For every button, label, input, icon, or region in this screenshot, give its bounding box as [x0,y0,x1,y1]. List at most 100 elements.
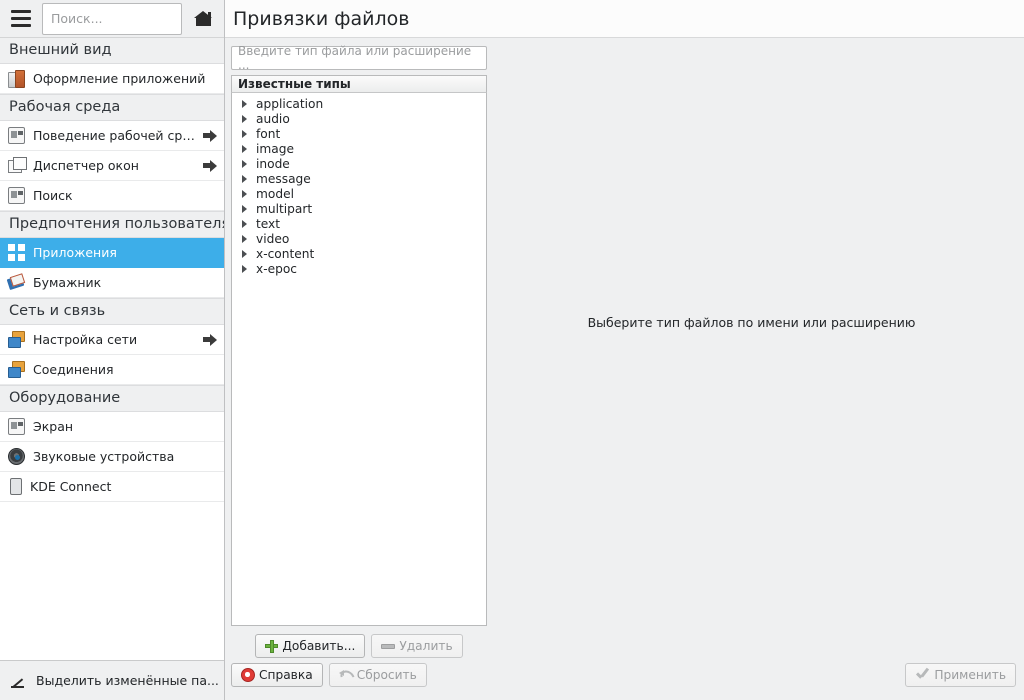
sidebar-item-бумажник[interactable]: Бумажник [0,268,224,298]
phone-icon [10,478,22,495]
chevron-right-icon[interactable] [238,202,252,216]
chevron-right-icon[interactable] [238,127,252,141]
chevron-right-icon[interactable] [238,112,252,126]
chevron-right-icon[interactable] [238,262,252,276]
mimetype-tree-item[interactable]: multipart [232,201,486,216]
chevron-right-icon[interactable] [238,142,252,156]
monitor-icon [8,418,25,435]
hamburger-menu-icon[interactable] [6,6,36,32]
sidebar-item-поиск[interactable]: Поиск [0,181,224,211]
mimetype-tree-item[interactable]: application [232,96,486,111]
sidebar-group-header: Внешний вид [0,38,224,64]
применить-button: Применить [905,663,1016,687]
home-icon [193,11,213,26]
search-input[interactable]: Поиск... [42,2,182,35]
mimetype-tree-item[interactable]: model [232,186,486,201]
system-settings-window: Поиск... Внешний вид Оформление приложени… [0,0,1024,700]
sidebar-item-экран[interactable]: Экран [0,412,224,442]
chevron-right-icon[interactable] [238,217,252,231]
sidebar-list[interactable]: Внешний вид Оформление приложений Рабочая … [0,38,224,660]
mimetype-label: audio [256,111,290,126]
sidebar-item-поведение-рабочей-среды[interactable]: Поведение рабочей среды [0,121,224,151]
bottom-left-buttons: Справка Сбросить [231,663,427,687]
mimetype-tree-item[interactable]: image [232,141,486,156]
page-title: Привязки файлов [233,7,410,30]
mimetype-label: image [256,141,294,156]
sidebar-group-header: Предпочтения пользователя [0,211,224,238]
grid-icon [8,244,25,261]
sidebar-item-label: Настройка сети [33,332,138,347]
sidebar-group-header: Сеть и связь [0,298,224,325]
network-icon [8,361,25,378]
filetype-list-column: Введите тип файла или расширение ... Изв… [231,44,487,658]
sidebar-item-label: KDE Connect [30,479,112,494]
list-action-buttons: Добавить... Удалить [231,626,487,658]
mimetype-tree[interactable]: application audio font image inode message mod… [231,93,487,626]
chevron-right-icon[interactable] [238,232,252,246]
mimetype-tree-item[interactable]: audio [232,111,486,126]
button-label: Добавить... [282,639,356,653]
button-label: Сбросить [356,668,417,682]
mimetype-label: font [256,126,281,141]
details-placeholder-area: Выберите тип файлов по имени или расшире… [487,46,1016,658]
theme-icon [8,70,25,88]
mimetype-tree-item[interactable]: x-epoc [232,261,486,276]
sidebar-item-соединения[interactable]: Соединения [0,355,224,385]
mimetype-tree-item[interactable]: x-content [232,246,486,261]
chevron-right-icon[interactable] [238,97,252,111]
windows-icon [8,157,27,174]
mimetype-tree-item[interactable]: text [232,216,486,231]
sidebar-item-label: Поведение рабочей среды [33,128,198,143]
chevron-right-icon[interactable] [238,247,252,261]
mimetype-tree-item[interactable]: inode [232,156,486,171]
sidebar-item-диспетчер-окон[interactable]: Диспетчер окон [0,151,224,181]
known-types-label: Известные типы [238,77,351,91]
sidebar-group-header: Рабочая среда [0,94,224,121]
sidebar-item-label: Экран [33,419,74,434]
mimetype-label: application [256,96,324,111]
page-title-bar: Привязки файлов [225,0,1024,38]
mimetype-label: x-content [256,246,315,261]
main-panel: Привязки файлов Введите тип файла или ра… [225,0,1024,700]
chevron-right-icon[interactable] [238,187,252,201]
mimetype-label: inode [256,156,290,171]
arrow-right-icon [202,158,218,174]
mimetype-tree-item[interactable]: message [232,171,486,186]
filetype-filter-input[interactable]: Введите тип файла или расширение ... [231,44,487,72]
sidebar-item-kde-connect[interactable]: KDE Connect [0,472,224,502]
sidebar-item-оформление-приложений[interactable]: Оформление приложений [0,64,224,94]
filter-placeholder: Введите тип файла или расширение ... [238,44,472,72]
mimetype-label: multipart [256,201,313,216]
mimetype-tree-item[interactable]: video [232,231,486,246]
mimetype-tree-item[interactable]: font [232,126,486,141]
button-label: Применить [934,668,1006,682]
добавить-button[interactable]: Добавить... [255,634,366,658]
справка-button[interactable]: Справка [231,663,323,687]
сбросить-button: Сбросить [328,663,427,687]
highlight-changed-label: Выделить изменённые па... [36,673,219,688]
help-icon [241,668,255,682]
button-label: Удалить [399,639,453,653]
chevron-right-icon[interactable] [238,157,252,171]
sidebar-item-звуковые-устройства[interactable]: Звуковые устройства [0,442,224,472]
sidebar-item-настройка-сети[interactable]: Настройка сети [0,325,224,355]
sidebar: Поиск... Внешний вид Оформление приложени… [0,0,225,700]
sidebar-item-label: Соединения [33,362,114,377]
minus-icon [381,640,396,653]
home-button[interactable] [188,5,218,33]
mimetype-label: message [256,171,311,186]
sidebar-group-header: Оборудование [0,385,224,412]
удалить-button: Удалить [371,634,463,658]
mimetype-label: text [256,216,281,231]
chevron-right-icon[interactable] [238,172,252,186]
plus-icon [265,639,279,653]
arrow-right-icon [202,128,218,144]
check-icon [915,668,930,682]
mimetype-label: video [256,231,290,246]
sidebar-item-label: Бумажник [33,275,102,290]
main-content: Введите тип файла или расширение ... Изв… [225,38,1024,658]
sidebar-toolbar: Поиск... [0,0,224,38]
sidebar-item-приложения[interactable]: Приложения [0,238,224,268]
highlight-changed-settings[interactable]: Выделить изменённые па... [0,660,224,700]
empty-state-hint: Выберите тип файлов по имени или расшире… [587,314,916,330]
